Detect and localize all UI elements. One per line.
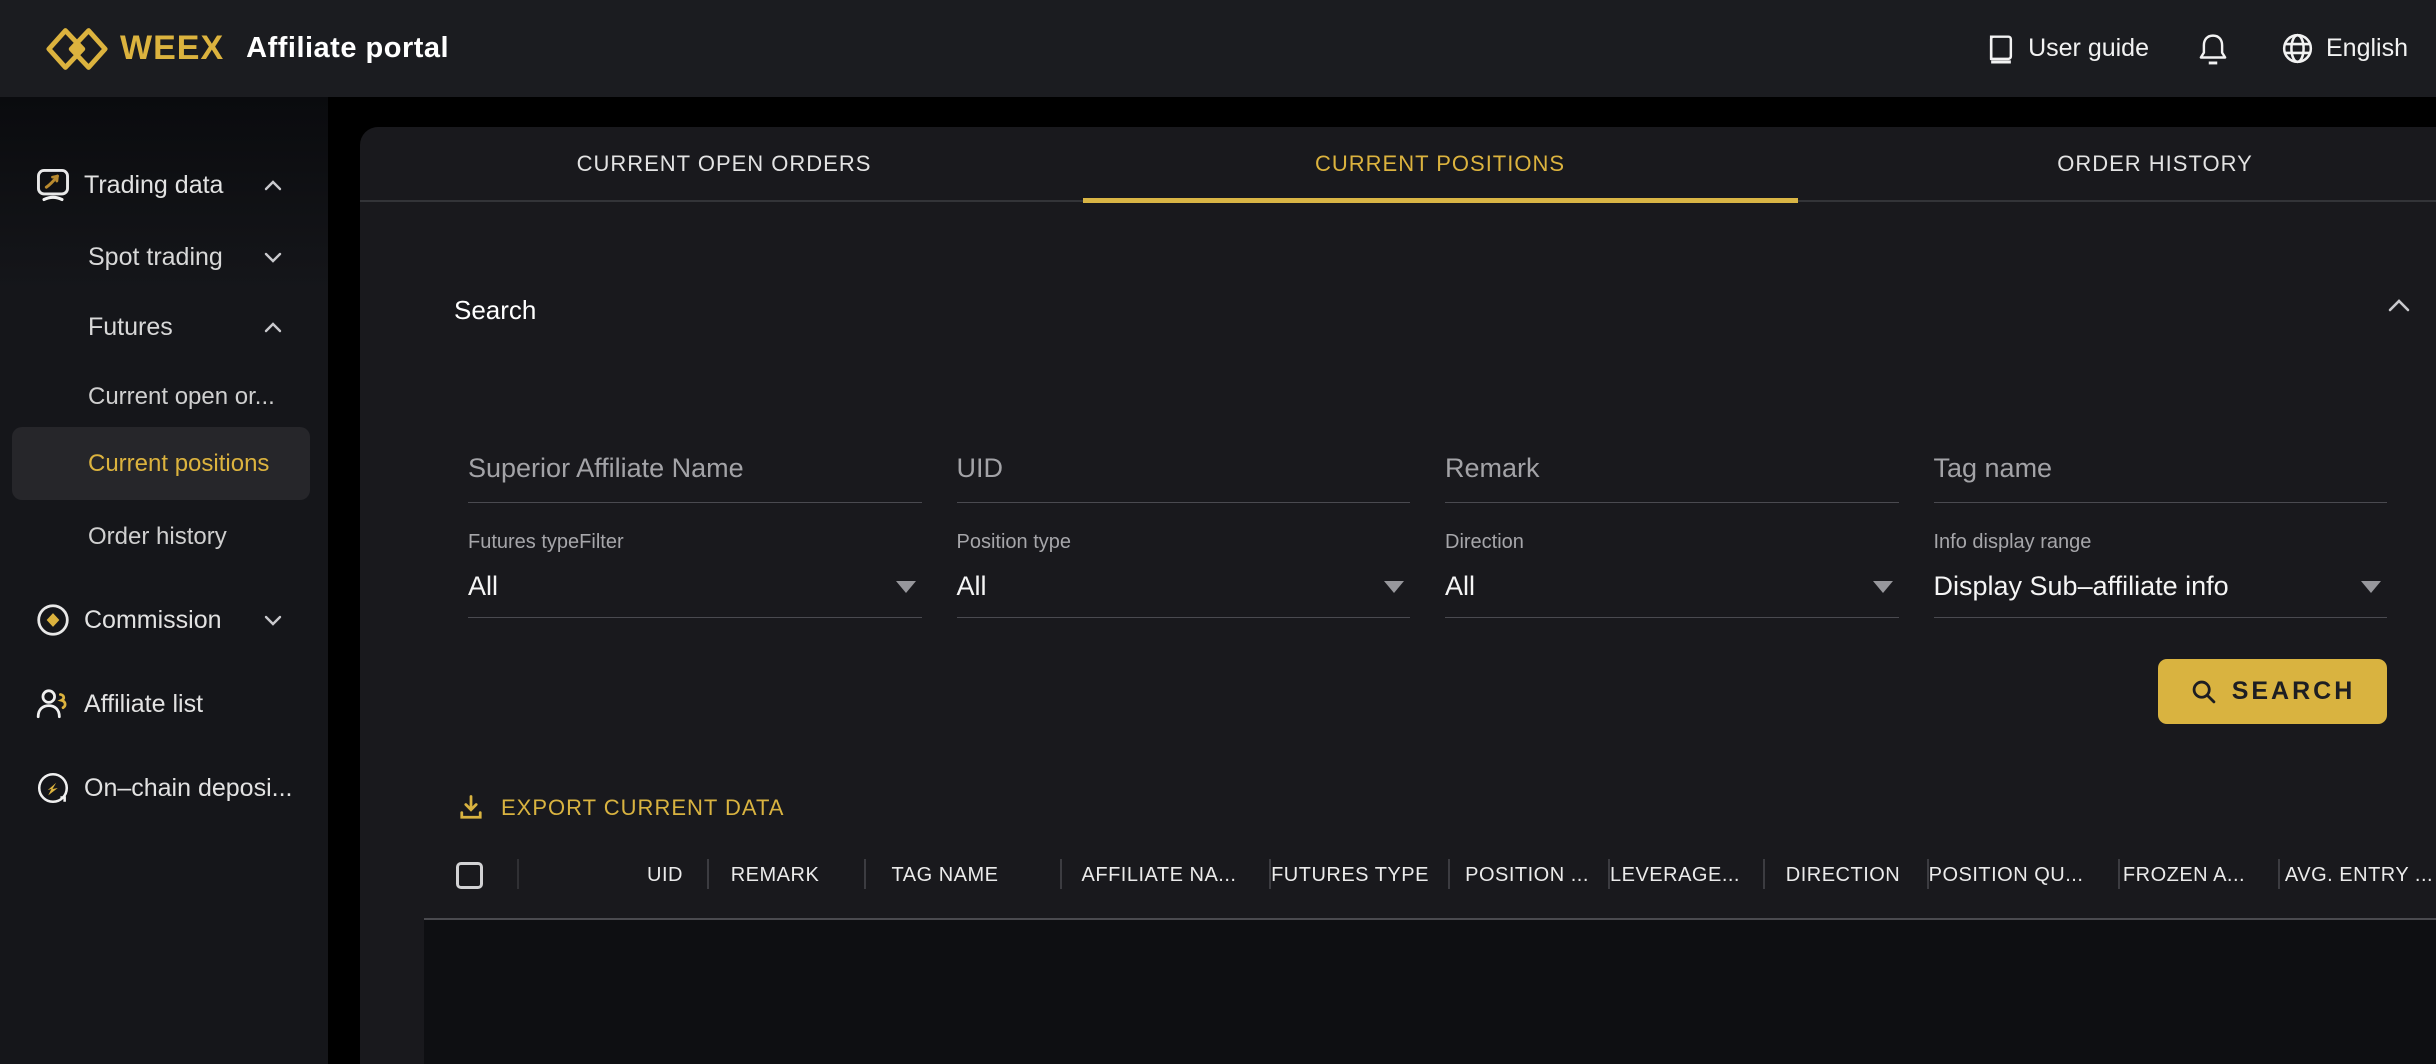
tab-bar: CURRENT OPEN ORDERS CURRENT POSITIONS OR… [360,127,2436,202]
brand: WEEX Affiliate portal [46,0,449,97]
direction-select[interactable]: Direction All [1445,531,1899,618]
column-header-position-quantity: POSITION QU... [1929,845,2084,905]
book-icon [1986,33,2016,65]
sidebar-item-current-positions[interactable]: Current positions [12,427,310,500]
main-panel: CURRENT OPEN ORDERS CURRENT POSITIONS OR… [360,127,2436,1064]
search-section-title: Search [454,295,536,326]
tab-current-positions[interactable]: CURRENT POSITIONS [1315,127,1565,200]
brand-name: WEEX [120,29,224,68]
page-title: Affiliate portal [246,32,449,65]
info-display-range-select[interactable]: Info display range Display Sub–affiliate… [1934,531,2388,618]
sidebar-item-order-history[interactable]: Order history [0,509,328,565]
commission-icon [34,602,72,638]
sidebar-item-commission[interactable]: Commission [0,592,328,648]
column-header-avg-entry: AVG. ENTRY ... [2285,845,2433,905]
column-divider [1763,859,1765,889]
column-header-leverage: LEVERAGE... [1610,845,1740,905]
column-divider [517,859,519,889]
bell-icon [2197,32,2229,66]
column-header-affiliate-name: AFFILIATE NA... [1082,845,1237,905]
dropdown-arrow-icon [896,581,916,593]
notifications-button[interactable] [2197,32,2229,66]
uid-input[interactable] [957,445,1411,503]
chevron-up-icon [264,180,282,191]
download-icon [457,793,485,823]
dropdown-arrow-icon [2361,581,2381,593]
chevron-down-icon [264,252,282,263]
chevron-down-icon [264,615,282,626]
column-divider [864,859,866,889]
trading-data-icon [34,167,72,203]
column-header-direction: DIRECTION [1786,845,1901,905]
topbar-actions: User guide English [1986,0,2408,97]
column-header-remark: REMARK [731,845,820,905]
user-guide-label: User guide [2028,34,2149,63]
sidebar-item-futures[interactable]: Futures [0,299,328,355]
column-header-tag-name: TAG NAME [892,845,999,905]
collapse-search-chevron-icon[interactable] [2388,299,2410,312]
position-type-select[interactable]: Position type All [957,531,1411,618]
active-tab-underline [1083,198,1798,203]
affiliate-list-icon [34,686,72,722]
sidebar-item-affiliate-list[interactable]: Affiliate list [0,676,328,732]
column-divider [1448,859,1450,889]
chevron-up-icon [264,322,282,333]
table-header-row: UID REMARK TAG NAME AFFILIATE NA... FUTU… [360,845,2436,905]
search-icon [2190,678,2218,706]
sidebar-item-spot-trading[interactable]: Spot trading [0,229,328,285]
tag-name-input[interactable] [1934,445,2388,503]
column-divider [2278,859,2280,889]
remark-input[interactable] [1445,445,1899,503]
search-text-fields [468,445,2387,503]
tab-current-open-orders[interactable]: CURRENT OPEN ORDERS [577,127,872,200]
language-label: English [2326,34,2408,63]
sidebar-item-current-open-orders[interactable]: Current open or... [0,369,328,425]
column-divider [707,859,709,889]
futures-type-select[interactable]: Futures typeFilter All [468,531,922,618]
onchain-deposit-icon [34,770,72,806]
column-header-frozen-amount: FROZEN A... [2123,845,2245,905]
weex-logo-icon [46,24,108,74]
table-body-empty-area [424,920,2436,1064]
top-bar: WEEX Affiliate portal User guide [0,0,2436,97]
column-divider [2118,859,2120,889]
tab-order-history[interactable]: ORDER HISTORY [2057,127,2253,200]
language-selector[interactable]: English [2281,32,2408,65]
column-header-position-type: POSITION ... [1465,845,1589,905]
column-divider [1060,859,1062,889]
column-header-futures-type: FUTURES TYPE [1271,845,1429,905]
superior-affiliate-name-input[interactable] [468,445,922,503]
search-select-fields: Futures typeFilter All Position type All… [468,531,2387,618]
sidebar-item-trading-data[interactable]: Trading data [0,157,328,213]
sidebar: Trading data Spot trading Futures Curren… [0,97,328,1064]
dropdown-arrow-icon [1873,581,1893,593]
globe-icon [2281,32,2314,65]
column-header-uid: UID [647,845,683,905]
export-current-data-button[interactable]: EXPORT CURRENT DATA [457,793,784,823]
search-button[interactable]: SEARCH [2158,659,2387,724]
dropdown-arrow-icon [1384,581,1404,593]
select-all-checkbox[interactable] [456,862,483,889]
sidebar-item-onchain-deposit[interactable]: On–chain deposi... [0,760,328,816]
user-guide-button[interactable]: User guide [1986,33,2149,65]
